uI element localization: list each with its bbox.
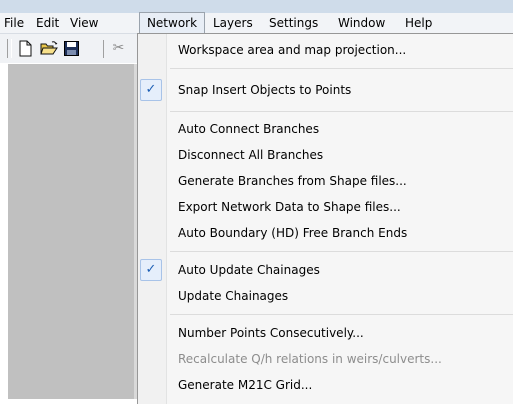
menu-network[interactable]: Network xyxy=(139,12,205,33)
menu-separator xyxy=(170,111,513,112)
menu-item-recalculate-qh: Recalculate Q/h relations in weirs/culve… xyxy=(178,352,442,366)
menu-item-number-points[interactable]: Number Points Consecutively... xyxy=(178,322,364,344)
menu-edit[interactable]: Edit xyxy=(36,13,59,33)
menu-layers[interactable]: Layers xyxy=(213,13,253,33)
menu-item-generate-m21c-grid[interactable]: Generate M21C Grid... xyxy=(178,374,312,396)
new-document-icon[interactable] xyxy=(17,40,34,57)
network-dropdown-menu: Workspace area and map projection... ✓ S… xyxy=(137,33,513,404)
menu-item-auto-connect-branches[interactable]: Auto Connect Branches xyxy=(178,118,319,140)
menu-item-disconnect-all-branches[interactable]: Disconnect All Branches xyxy=(178,144,323,166)
cut-scissors-icon: ✂ xyxy=(112,40,125,56)
menu-item-workspace-area[interactable]: Workspace area and map projection... xyxy=(178,39,406,61)
menu-separator xyxy=(170,68,513,69)
menu-bar: File Edit View Network Layers Settings W… xyxy=(0,12,513,34)
menu-window[interactable]: Window xyxy=(338,13,385,33)
menu-view[interactable]: View xyxy=(70,13,98,33)
checkmark-icon: ✓ xyxy=(140,79,162,101)
menu-file[interactable]: File xyxy=(4,13,24,33)
menu-item-generate-branches[interactable]: Generate Branches from Shape files... xyxy=(178,170,407,192)
menu-settings[interactable]: Settings xyxy=(269,13,318,33)
menu-item-auto-boundary[interactable]: Auto Boundary (HD) Free Branch Ends xyxy=(178,222,407,244)
save-floppy-icon[interactable] xyxy=(63,40,80,57)
menu-item-auto-update-chainages[interactable]: Auto Update Chainages xyxy=(178,259,320,281)
left-panel xyxy=(8,64,134,399)
menu-help[interactable]: Help xyxy=(405,13,432,33)
open-folder-icon[interactable] xyxy=(40,40,58,57)
window-title-strip xyxy=(0,0,513,13)
toolbar: ✂ xyxy=(0,34,140,63)
menu-item-snap-insert-objects[interactable]: Snap Insert Objects to Points xyxy=(178,79,351,101)
menu-separator xyxy=(170,251,513,252)
toolbar-separator xyxy=(103,40,104,58)
menu-separator xyxy=(170,314,513,315)
toolbar-grip[interactable] xyxy=(7,39,12,58)
menu-item-export-network-data[interactable]: Export Network Data to Shape files... xyxy=(178,196,401,218)
checkmark-icon: ✓ xyxy=(140,259,162,281)
menu-item-update-chainages[interactable]: Update Chainages xyxy=(178,285,288,307)
